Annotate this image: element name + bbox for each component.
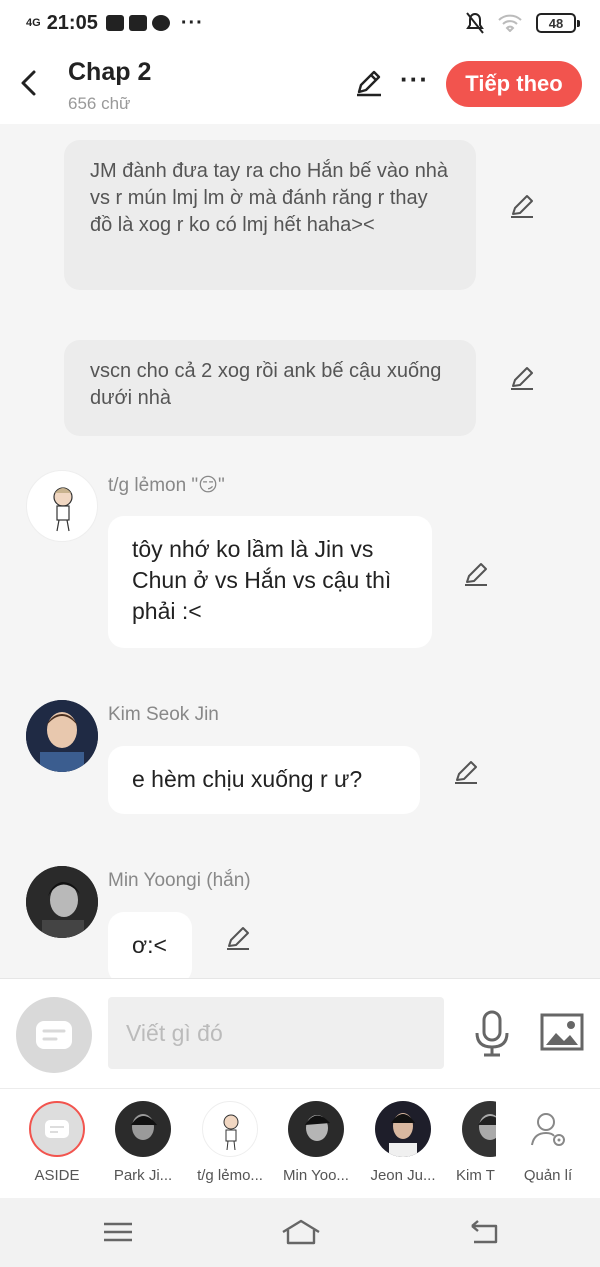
character-avatar [375, 1101, 431, 1157]
chat-bubble-icon [45, 1120, 69, 1138]
character-name: Min Yoongi (hắn) [108, 870, 251, 891]
manage-characters-button[interactable]: Quản lí [508, 1101, 588, 1184]
character-label: Jeon Ju... [370, 1167, 436, 1184]
character-min-yoongi[interactable]: Min Yoo... [276, 1101, 356, 1184]
min-yoongi-avatar[interactable] [26, 866, 98, 938]
system-nav-bar [0, 1198, 600, 1267]
mail-icon [105, 15, 124, 31]
character-avatar [202, 1101, 258, 1157]
character-label: Kim T [456, 1167, 495, 1184]
image-icon[interactable] [540, 1013, 584, 1051]
character-jeon-jungkook[interactable]: Jeon Ju... [363, 1101, 443, 1184]
aside-avatar [29, 1101, 85, 1157]
character-author[interactable]: t/g lẻmo... [190, 1101, 270, 1184]
back-arrow-icon[interactable] [14, 66, 44, 100]
more-options-icon[interactable]: ··· [400, 64, 429, 95]
character-avatar [115, 1101, 171, 1157]
character-avatar [288, 1101, 344, 1157]
character-label: Min Yoo... [283, 1167, 349, 1184]
character-label: t/g lẻmo... [197, 1167, 263, 1184]
mute-icon [466, 12, 484, 34]
character-label: ASIDE [34, 1167, 80, 1184]
character-label: Quản lí [523, 1167, 573, 1184]
author-avatar[interactable] [26, 470, 98, 542]
home-icon[interactable] [280, 1218, 322, 1246]
wifi-icon [498, 14, 522, 32]
next-chapter-button[interactable]: Tiếp theo [446, 61, 582, 107]
character-park-jimin[interactable]: Park Ji... [103, 1101, 183, 1184]
chapter-title: Chap 2 [68, 58, 152, 86]
character-avatar [462, 1101, 496, 1157]
message-bubble[interactable]: tôy nhớ ko lầm là Jin vs Chun ở vs Hắn v… [108, 516, 432, 648]
edit-message-icon[interactable] [462, 560, 490, 588]
narration-bubble[interactable]: vscn cho cả 2 xog rồi ank bế cậu xuống d… [64, 340, 476, 436]
microphone-icon[interactable] [472, 1009, 512, 1059]
character-kim-taehyung[interactable]: Kim T [450, 1101, 496, 1184]
chapter-header: Chap 2 656 chữ ··· Tiếp theo [0, 46, 600, 124]
message-bubble[interactable]: ơ:< [108, 912, 192, 978]
character-label: Park Ji... [113, 1167, 173, 1184]
status-right: 48 [466, 12, 580, 34]
word-count: 656 chữ [68, 94, 131, 113]
edit-message-icon[interactable] [508, 364, 536, 392]
back-nav-icon[interactable] [466, 1218, 502, 1246]
aside-toggle-button[interactable] [16, 997, 92, 1073]
character-selector: ASIDE Park Ji... t/g lẻmo... Min Yoo... … [0, 1088, 600, 1198]
character-aside[interactable]: ASIDE [17, 1101, 97, 1184]
edit-message-icon[interactable] [452, 758, 480, 786]
status-more-icon: ··· [180, 11, 204, 34]
edit-message-icon[interactable] [224, 924, 252, 952]
character-name: t/g lẻmon "😏" [108, 475, 225, 496]
chat-area[interactable]: JM đành đưa tay ra cho Hắn bế vào nhà vs… [0, 124, 600, 978]
manage-icon [520, 1101, 576, 1157]
message-icon [151, 15, 170, 31]
composer-bar [0, 978, 600, 1088]
status-bar: 4G 21:05 ··· 48 [0, 0, 600, 46]
edit-message-icon[interactable] [508, 192, 536, 220]
kim-seok-jin-avatar[interactable] [26, 700, 98, 772]
menu-icon[interactable] [100, 1218, 136, 1246]
narration-bubble[interactable]: JM đành đưa tay ra cho Hắn bế vào nhà vs… [64, 140, 476, 290]
facebook-icon [128, 15, 147, 31]
network-indicator: 4G [26, 17, 41, 29]
battery-indicator: 48 [536, 13, 580, 33]
status-time: 21:05 [46, 11, 98, 34]
character-name: Kim Seok Jin [108, 704, 219, 725]
chat-bubble-icon [36, 1021, 72, 1049]
message-bubble[interactable]: e hèm chịu xuống r ư? [108, 746, 420, 814]
message-input[interactable] [108, 997, 444, 1069]
edit-chapter-icon[interactable] [354, 68, 384, 98]
